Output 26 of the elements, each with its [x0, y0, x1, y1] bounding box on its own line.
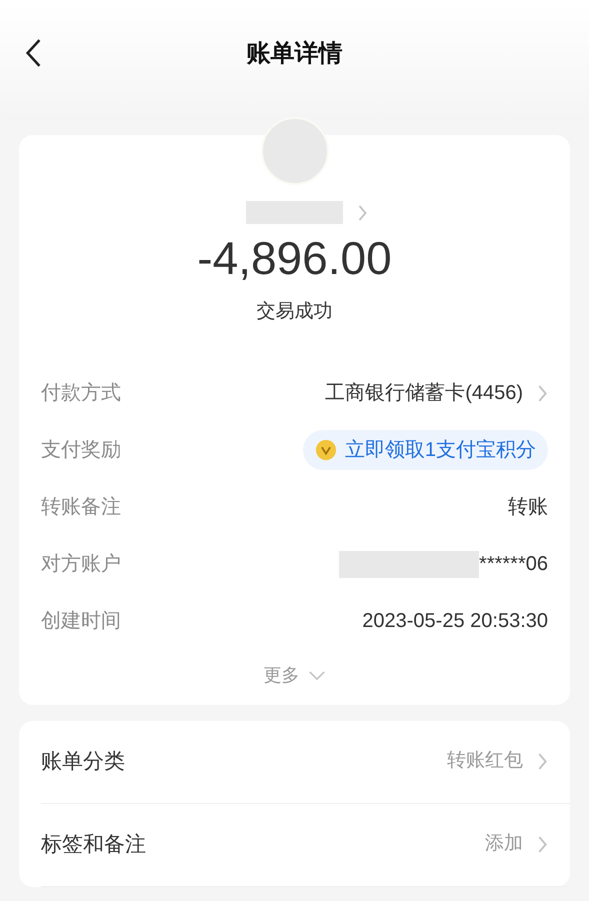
detail-value: ******06 [479, 552, 548, 577]
chevron-right-icon [537, 384, 548, 402]
detail-value: 转账 [508, 495, 548, 520]
settings-row[interactable]: 标签和备注 添加 [41, 804, 570, 886]
detail-label: 创建时间 [41, 609, 121, 634]
detail-label: 支付奖励 [41, 438, 121, 463]
chevron-down-icon [308, 670, 326, 680]
detail-label: 付款方式 [41, 381, 121, 406]
back-icon[interactable] [24, 38, 42, 68]
detail-value: 工商银行储蓄卡(4456) [325, 381, 523, 406]
detail-label: 转账备注 [41, 495, 121, 520]
chevron-right-icon [356, 204, 368, 222]
detail-value: 2023-05-25 20:53:30 [362, 609, 548, 634]
amount: -4,896.00 [197, 231, 392, 286]
chevron-right-icon [537, 752, 548, 771]
chevron-right-icon [537, 835, 548, 854]
detail-label: 对方账户 [41, 552, 121, 577]
coin-icon [314, 439, 337, 461]
transaction-status: 交易成功 [256, 300, 332, 324]
settings-label: 账单分类 [41, 748, 125, 775]
settings-label: 标签和备注 [41, 832, 146, 858]
page-title: 账单详情 [246, 39, 342, 69]
settings-value: 转账红包 [447, 749, 523, 774]
settings-row[interactable]: 账单分类 转账红包 [41, 720, 570, 804]
reward-button[interactable]: 立即领取1支付宝积分 [302, 430, 548, 470]
settings-value: 添加 [485, 832, 523, 856]
